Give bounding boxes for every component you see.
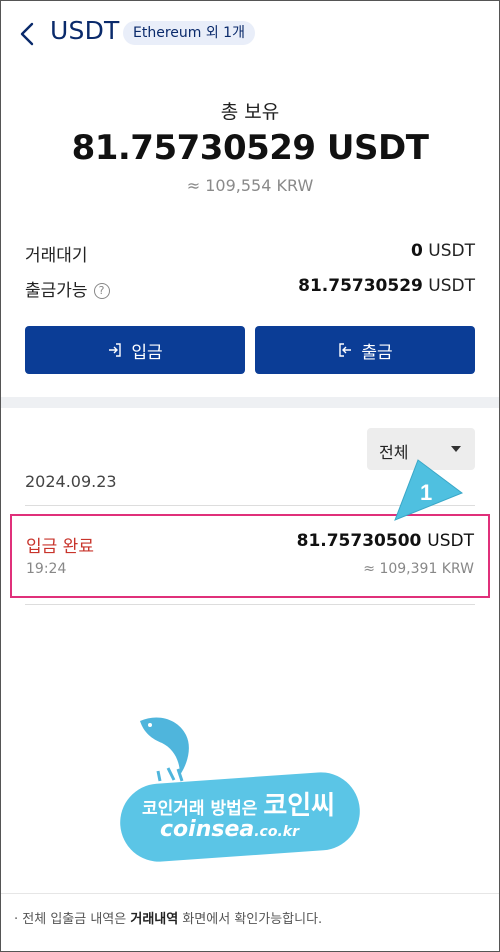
logout-icon bbox=[339, 343, 352, 357]
withdrawable-value: 81.75730529 USDT bbox=[298, 276, 475, 296]
deposit-button[interactable]: 입금 bbox=[25, 326, 245, 374]
total-krw: ≈ 109,554 KRW bbox=[186, 176, 314, 195]
tx-amount-unit: USDT bbox=[427, 531, 474, 551]
footer-prefix: · 전체 입출금 내역은 bbox=[14, 912, 127, 927]
withdraw-label: 출금 bbox=[361, 342, 393, 363]
pending-label: 거래대기 bbox=[25, 246, 88, 266]
withdrawable-label: 출금가능? bbox=[25, 276, 110, 301]
watermark-line2: coinsea.co.kr bbox=[160, 817, 299, 842]
tx-status: 입금 완료 bbox=[26, 537, 94, 557]
withdrawable-amount: 81.75730529 bbox=[298, 276, 423, 296]
pending-value: 0 USDT bbox=[411, 241, 475, 261]
footer-suffix: 화면에서 확인가능합니다. bbox=[182, 912, 323, 927]
deposit-label: 입금 bbox=[131, 342, 163, 363]
coinsea-watermark: 코인거래 방법은 코인씨 coinsea.co.kr bbox=[117, 713, 363, 865]
withdrawable-unit: USDT bbox=[428, 276, 475, 296]
footer-link[interactable]: 거래내역 bbox=[130, 912, 178, 927]
dolphin-logo bbox=[140, 717, 189, 782]
annotation-number: 1 bbox=[420, 480, 432, 505]
pending-amount: 0 bbox=[411, 241, 423, 261]
watermark-line2-a: coinsea bbox=[160, 817, 255, 842]
pending-unit: USDT bbox=[428, 241, 475, 261]
network-chip[interactable]: Ethereum 외 1개 bbox=[123, 21, 255, 45]
login-icon bbox=[109, 343, 122, 357]
footer-note: · 전체 입출금 내역은 거래내역 화면에서 확인가능합니다. bbox=[14, 908, 322, 927]
tx-krw: ≈ 109,391 KRW bbox=[363, 561, 474, 577]
tx-time: 19:24 bbox=[26, 561, 67, 577]
tx-amount: 81.75730500 USDT bbox=[297, 531, 474, 551]
caret-down-icon bbox=[451, 446, 461, 452]
withdrawable-label-text: 출금가능 bbox=[25, 281, 88, 301]
history-date: 2024.09.23 bbox=[25, 472, 117, 491]
chevron-left-icon[interactable] bbox=[14, 20, 42, 48]
tx-amount-number: 81.75730500 bbox=[296, 531, 422, 551]
total-label: 총 보유 bbox=[220, 101, 280, 123]
section-divider bbox=[0, 397, 500, 408]
divider bbox=[25, 604, 475, 605]
page-title: USDT bbox=[50, 16, 120, 45]
withdraw-button[interactable]: 출금 bbox=[255, 326, 475, 374]
watermark-line2-b: .co.kr bbox=[254, 824, 300, 840]
total-amount: 81.75730529 USDT bbox=[71, 128, 429, 168]
header: USDT Ethereum 외 1개 bbox=[0, 0, 500, 68]
footer-divider bbox=[0, 893, 500, 894]
question-circle-icon[interactable]: ? bbox=[93, 283, 110, 299]
annotation-arrow: 1 bbox=[394, 459, 464, 521]
transaction-row[interactable]: 입금 완료 19:24 81.75730500 USDT ≈ 109,391 K… bbox=[10, 514, 490, 598]
watermark-line1-a: 코인거래 방법은 bbox=[142, 799, 258, 819]
